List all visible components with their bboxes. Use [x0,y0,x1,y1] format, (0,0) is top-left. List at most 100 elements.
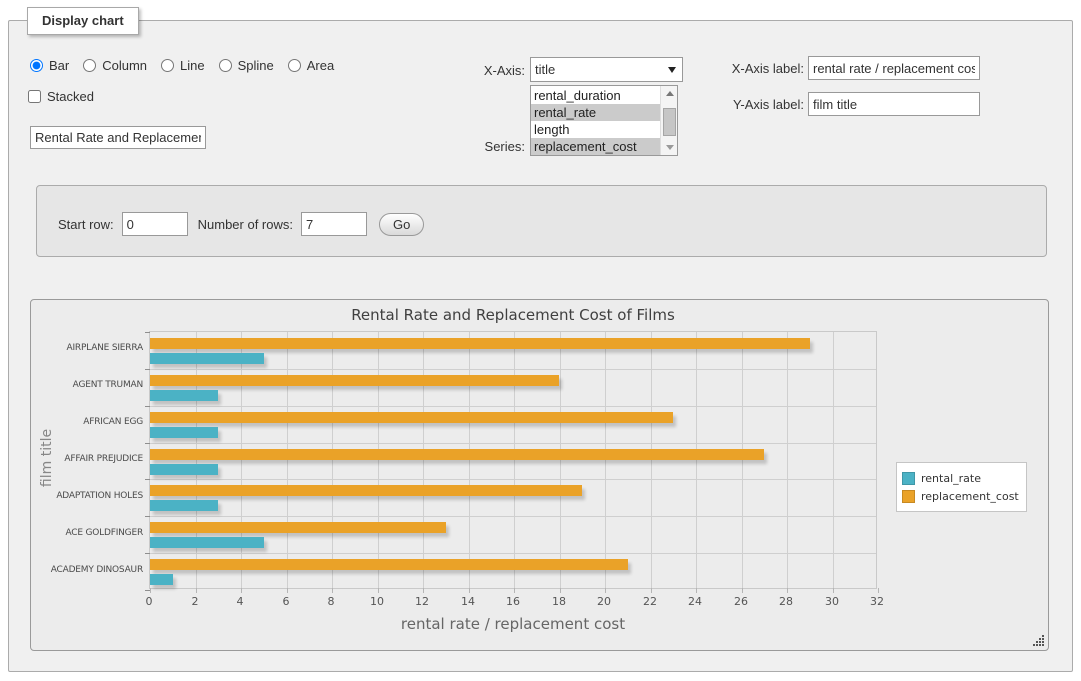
gridline-horizontal [150,406,876,407]
legend-label: replacement_cost [921,490,1019,503]
stacked-label[interactable]: Stacked [47,89,94,104]
gridline-vertical [332,332,333,588]
x-tick-label: 28 [779,595,793,608]
chart-type-radio-bar[interactable] [30,59,43,72]
chart-title-input[interactable] [30,126,206,149]
category-label: AGENT TRUMAN [31,380,143,390]
fieldset-legend: Display chart [27,7,139,35]
legend-swatch [902,490,915,503]
chart-type-label-area[interactable]: Area [307,58,334,73]
x-tick-mark [241,588,242,593]
gridline-vertical [378,332,379,588]
x-tick-mark [878,588,879,593]
y-tick-mark [145,553,150,554]
series-option-rental_rate[interactable]: rental_rate [531,104,660,121]
y-axis-label-input[interactable] [808,92,980,116]
scroll-up-icon[interactable] [661,86,678,101]
legend-label: rental_rate [921,472,981,485]
y-tick-mark [145,406,150,407]
series-option-length[interactable]: length [531,121,660,138]
gridline-horizontal [150,516,876,517]
gridline-vertical [469,332,470,588]
series-option-replacement_cost[interactable]: replacement_cost [531,138,660,155]
legend-swatch [902,472,915,485]
bar-replacement_cost-african-egg [150,412,673,423]
x-tick-label: 22 [643,595,657,608]
gridline-vertical [241,332,242,588]
x-tick-mark [150,588,151,593]
gridline-vertical [651,332,652,588]
scrollbar-thumb[interactable] [663,108,676,136]
x-axis-title: rental rate / replacement cost [149,615,877,633]
bar-rental_rate-ace-goldfinger [150,537,264,548]
x-tick-label: 30 [825,595,839,608]
x-tick-mark [696,588,697,593]
chart-type-label-spline[interactable]: Spline [238,58,274,73]
x-tick-label: 18 [552,595,566,608]
chart-type-label-bar[interactable]: Bar [49,58,69,73]
stacked-checkbox[interactable] [28,90,41,103]
bar-rental_rate-airplane-sierra [150,353,264,364]
num-rows-input[interactable] [301,212,367,236]
stacked-row: Stacked [28,89,94,104]
x-tick-mark [378,588,379,593]
chart-type-radio-area[interactable] [288,59,301,72]
gridline-horizontal [150,369,876,370]
gridline-horizontal [150,443,876,444]
gridline-vertical [514,332,515,588]
x-tick-label: 4 [237,595,244,608]
x-axis-label-input[interactable] [808,56,980,80]
x-tick-label: 6 [283,595,290,608]
series-scrollbar[interactable] [660,86,677,155]
legend-entry-rental_rate: rental_rate [902,470,1019,486]
series-select-label: Series: [452,139,525,154]
x-tick-label: 0 [146,595,153,608]
bar-replacement_cost-affair-prejudice [150,449,764,460]
x-tick-label: 20 [597,595,611,608]
gridline-vertical [696,332,697,588]
chart-legend: rental_rate replacement_cost [896,462,1027,512]
start-row-input[interactable] [122,212,188,236]
x-tick-label: 12 [415,595,429,608]
x-axis-select-label: X-Axis: [452,63,525,78]
x-tick-label: 32 [870,595,884,608]
bar-replacement_cost-airplane-sierra [150,338,810,349]
chart-type-radio-spline[interactable] [219,59,232,72]
num-rows-label: Number of rows: [198,217,293,232]
chart-type-radio-line[interactable] [161,59,174,72]
x-tick-mark [651,588,652,593]
series-multiselect[interactable]: rental_durationrental_ratelengthreplacem… [530,85,678,156]
y-axis-title: film title [39,418,55,498]
x-tick-label: 16 [506,595,520,608]
series-option-rental_duration[interactable]: rental_duration [531,87,660,104]
bar-rental_rate-african-egg [150,427,218,438]
gridline-vertical [787,332,788,588]
x-axis-select-wrap: title [530,57,683,82]
x-tick-label: 10 [370,595,384,608]
gridline-horizontal [150,479,876,480]
resize-grip-icon[interactable] [1033,635,1045,647]
y-tick-mark [145,332,150,333]
chart-type-label-column[interactable]: Column [102,58,147,73]
bar-replacement_cost-adaptation-holes [150,485,582,496]
x-tick-label: 24 [688,595,702,608]
chart-type-radio-column[interactable] [83,59,96,72]
x-tick-mark [560,588,561,593]
x-tick-mark [787,588,788,593]
y-tick-mark [145,479,150,480]
gridline-vertical [742,332,743,588]
gridline-vertical [287,332,288,588]
x-tick-label: 2 [192,595,199,608]
bar-rental_rate-academy-dinosaur [150,574,173,585]
x-tick-mark [742,588,743,593]
bar-replacement_cost-academy-dinosaur [150,559,628,570]
go-button[interactable]: Go [379,213,424,236]
category-label: ACADEMY DINOSAUR [31,565,143,575]
category-label: ACE GOLDFINGER [31,528,143,538]
gridline-vertical [560,332,561,588]
chart-type-label-line[interactable]: Line [180,58,205,73]
x-axis-label-caption: X-Axis label: [716,61,804,76]
scroll-down-icon[interactable] [661,140,678,155]
legend-entry-replacement_cost: replacement_cost [902,488,1019,504]
x-axis-select[interactable]: title [530,57,683,82]
